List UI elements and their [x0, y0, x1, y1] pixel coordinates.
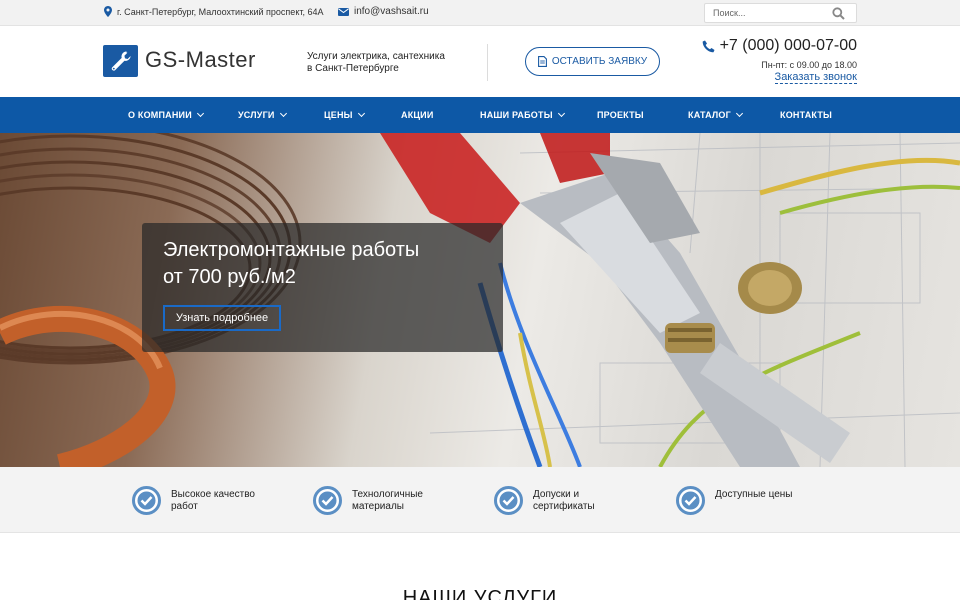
nav-item-label: НАШИ РАБОТЫ	[480, 110, 553, 120]
wrench-icon	[111, 51, 131, 71]
feature-line-2: сертификаты	[533, 501, 595, 512]
tagline-line-2: в Санкт-Петербурге	[307, 63, 399, 74]
hero-overlay: Электромонтажные работы от 700 руб./м2 У…	[142, 223, 503, 352]
feature-materials: Технологичные материалы	[313, 486, 423, 515]
phone-number[interactable]: +7 (000) 000-07-00	[720, 37, 857, 55]
check-circle-icon	[132, 486, 161, 515]
hero-banner: Электромонтажные работы от 700 руб./м2 У…	[0, 133, 960, 467]
check-circle-icon	[313, 486, 342, 515]
feature-prices: Доступные цены	[676, 486, 793, 515]
email[interactable]: info@vashsait.ru	[338, 6, 429, 17]
document-icon	[537, 56, 547, 67]
nav-item-promotions[interactable]: АКЦИИ	[401, 97, 434, 133]
nav-item-label: ПРОЕКТЫ	[597, 110, 644, 120]
nav-item-label: КОНТАКТЫ	[780, 110, 833, 120]
map-pin-icon	[104, 6, 112, 17]
feature-line-1: Высокое качество	[171, 489, 255, 500]
feature-text: Доступные цены	[715, 489, 793, 501]
search-input[interactable]	[705, 4, 835, 22]
nav-item-company[interactable]: О КОМПАНИИ	[128, 97, 204, 133]
envelope-icon	[338, 7, 349, 16]
nav-item-label: КАТАЛОГ	[688, 110, 731, 120]
header-divider	[487, 44, 488, 81]
chevron-down-icon	[357, 109, 365, 118]
nav-item-label: О КОМПАНИИ	[128, 110, 192, 120]
hero-title-line-1: Электромонтажные работы	[163, 239, 420, 261]
nav-item-our-works[interactable]: НАШИ РАБОТЫ	[480, 97, 565, 133]
callback-link[interactable]: Заказать звонок	[774, 71, 857, 84]
tagline-line-1: Услуги электрика, сантехника	[307, 51, 445, 62]
request-button[interactable]: ОСТАВИТЬ ЗАЯВКУ	[525, 47, 660, 76]
feature-line-1: Технологичные	[352, 489, 423, 500]
feature-line-1: Доступные цены	[715, 489, 793, 500]
chevron-down-icon	[196, 109, 204, 118]
feature-text: Допуски и сертификаты	[533, 489, 595, 513]
nav-item-services[interactable]: УСЛУГИ	[238, 97, 287, 133]
request-button-label: ОСТАВИТЬ ЗАЯВКУ	[551, 56, 648, 67]
address: г. Санкт-Петербург, Малоохтинский проспе…	[104, 6, 324, 17]
tagline: Услуги электрика, сантехника в Санкт-Пет…	[307, 51, 477, 75]
hero-title-line-2: от 700 руб./м2	[163, 266, 296, 288]
feature-line-2: работ	[171, 501, 198, 512]
check-circle-icon	[494, 486, 523, 515]
feature-certificates: Допуски и сертификаты	[494, 486, 595, 515]
check-circle-icon	[676, 486, 705, 515]
feature-quality: Высокое качество работ	[132, 486, 255, 515]
phone-icon	[702, 40, 715, 52]
email-text[interactable]: info@vashsait.ru	[354, 6, 429, 17]
nav-item-label: АКЦИИ	[401, 110, 434, 120]
address-text: г. Санкт-Петербург, Малоохтинский проспе…	[117, 6, 324, 17]
nav-item-label: ЦЕНЫ	[324, 110, 353, 120]
logo-text[interactable]: GS-Master	[145, 47, 256, 73]
phone[interactable]: +7 (000) 000-07-00	[702, 37, 857, 55]
nav-item-contacts[interactable]: КОНТАКТЫ	[780, 97, 832, 133]
feature-text: Технологичные материалы	[352, 489, 423, 513]
chevron-down-icon	[557, 109, 565, 118]
feature-line-2: материалы	[352, 501, 404, 512]
nav-item-label: УСЛУГИ	[238, 110, 275, 120]
features-bar: Высокое качество работ Технологичные мат…	[0, 467, 960, 533]
services-heading: НАШИ УСЛУГИ	[402, 587, 558, 600]
nav-item-projects[interactable]: ПРОЕКТЫ	[597, 97, 644, 133]
chevron-down-icon	[735, 109, 743, 118]
nav-item-catalog[interactable]: КАТАЛОГ	[688, 97, 743, 133]
search-icon[interactable]	[832, 7, 845, 20]
learn-more-button[interactable]: Узнать подробнее	[163, 305, 281, 331]
chevron-down-icon	[279, 109, 287, 118]
nav-item-prices[interactable]: ЦЕНЫ	[324, 97, 365, 133]
search-box	[704, 3, 857, 23]
main-nav: О КОМПАНИИ УСЛУГИ ЦЕНЫ АКЦИИ НАШИ РАБОТЫ…	[0, 97, 960, 133]
logo-icon[interactable]	[103, 45, 138, 77]
page: г. Санкт-Петербург, Малоохтинский проспе…	[0, 0, 960, 600]
feature-line-1: Допуски и	[533, 489, 580, 500]
feature-text: Высокое качество работ	[171, 489, 255, 513]
topbar: г. Санкт-Петербург, Малоохтинский проспе…	[0, 0, 960, 26]
working-hours: Пн-пт: с 09.00 до 18.00	[761, 60, 857, 70]
